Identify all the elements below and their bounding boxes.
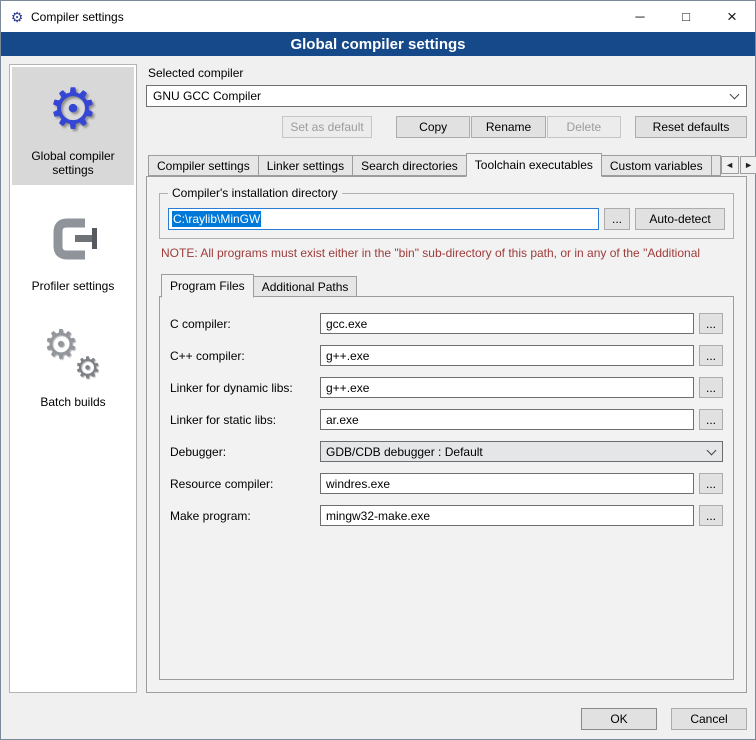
cancel-button[interactable]: Cancel [671, 708, 747, 730]
selected-compiler-combobox[interactable]: GNU GCC Compiler [146, 85, 747, 107]
field-label: Resource compiler: [170, 477, 320, 491]
tab-compiler-settings[interactable]: Compiler settings [148, 155, 259, 176]
field-label: Make program: [170, 509, 320, 523]
sidebar-item-batch-builds[interactable]: ⚙ ⚙ Batch builds [12, 313, 134, 417]
browse-make-program-button[interactable]: ... [699, 505, 723, 526]
selected-compiler-value: GNU GCC Compiler [153, 89, 725, 103]
set-as-default-button[interactable]: Set as default [282, 116, 372, 138]
input-value: windres.exe [326, 477, 390, 491]
page-title: Global compiler settings [290, 36, 465, 53]
field-row-static-linker: Linker for static libs: ar.exe ... [170, 409, 723, 430]
select-value: GDB/CDB debugger : Default [326, 445, 702, 459]
window-title: Compiler settings [31, 10, 124, 24]
toolchain-executables-panel: Compiler's installation directory C:\ray… [146, 176, 747, 693]
resource-compiler-input[interactable]: windres.exe [320, 473, 694, 494]
program-files-tabstrip: Program Files Additional Paths [159, 274, 734, 297]
field-label: C++ compiler: [170, 349, 320, 363]
dynamic-libs-linker-input[interactable]: g++.exe [320, 377, 694, 398]
subtab-program-files[interactable]: Program Files [161, 274, 254, 298]
field-row-dynamic-linker: Linker for dynamic libs: g++.exe ... [170, 377, 723, 398]
bin-subdirectory-note: NOTE: All programs must exist either in … [161, 246, 734, 260]
browse-cpp-compiler-button[interactable]: ... [699, 345, 723, 366]
field-label: Debugger: [170, 445, 320, 459]
field-label: C compiler: [170, 317, 320, 331]
settings-tabstrip: Compiler settings Linker settings Search… [146, 153, 747, 176]
browse-resource-compiler-button[interactable]: ... [699, 473, 723, 494]
field-row-resource-compiler: Resource compiler: windres.exe ... [170, 473, 723, 494]
gray-gears-icon: ⚙ ⚙ [41, 323, 105, 387]
compiler-buttons-row: Set as default Copy Rename Delete Reset … [146, 116, 747, 138]
field-label: Linker for dynamic libs: [170, 381, 320, 395]
input-value: gcc.exe [326, 317, 367, 331]
sidebar-item-label: Batch builds [40, 395, 105, 409]
chevron-down-icon [730, 90, 740, 100]
sidebar-item-global-compiler-settings[interactable]: ⚙ Global compiler settings [12, 67, 134, 185]
field-row-cpp-compiler: C++ compiler: g++.exe ... [170, 345, 723, 366]
tab-scroll-right-button[interactable]: ► [740, 156, 756, 174]
sidebar-item-label: Profiler settings [32, 279, 115, 293]
page-title-banner: Global compiler settings [1, 32, 755, 56]
window-controls: ─ □ × [617, 1, 755, 32]
delete-button[interactable]: Delete [547, 116, 621, 138]
program-files-panel: C compiler: gcc.exe ... C++ compiler: g+… [159, 296, 734, 680]
cpp-compiler-input[interactable]: g++.exe [320, 345, 694, 366]
compiler-settings-dialog: ⚙ Compiler settings ─ □ × Global compile… [0, 0, 756, 740]
browse-directory-button[interactable]: ... [604, 208, 630, 230]
blue-gear-icon: ⚙ [41, 77, 105, 141]
close-button[interactable]: × [709, 1, 755, 32]
input-value: ar.exe [326, 413, 359, 427]
installation-directory-input[interactable]: C:\raylib\MinGW [168, 208, 599, 230]
tab-custom-variables[interactable]: Custom variables [601, 155, 712, 176]
dialog-footer: OK Cancel [1, 701, 755, 739]
tab-search-directories[interactable]: Search directories [352, 155, 467, 176]
field-row-c-compiler: C compiler: gcc.exe ... [170, 313, 723, 334]
tab-toolchain-executables[interactable]: Toolchain executables [466, 153, 602, 177]
input-value: g++.exe [326, 381, 369, 395]
tab-scroll-buttons: ◄ ► [720, 156, 756, 174]
ok-button[interactable]: OK [581, 708, 657, 730]
installation-directory-group-title: Compiler's installation directory [168, 186, 342, 200]
rename-button[interactable]: Rename [471, 116, 545, 138]
installation-directory-group: Compiler's installation directory C:\ray… [159, 193, 734, 239]
field-label: Linker for static libs: [170, 413, 320, 427]
input-value: g++.exe [326, 349, 369, 363]
app-icon: ⚙ [9, 9, 25, 25]
subtab-additional-paths[interactable]: Additional Paths [253, 276, 358, 297]
static-libs-linker-input[interactable]: ar.exe [320, 409, 694, 430]
main-panel: Selected compiler GNU GCC Compiler Set a… [146, 64, 747, 693]
c-compiler-input[interactable]: gcc.exe [320, 313, 694, 334]
settings-category-list: ⚙ Global compiler settings Profiler sett… [9, 64, 137, 693]
titlebar: ⚙ Compiler settings ─ □ × [1, 1, 755, 32]
sidebar-item-profiler-settings[interactable]: Profiler settings [12, 197, 134, 301]
clamp-icon [41, 207, 105, 271]
installation-directory-row: C:\raylib\MinGW ... Auto-detect [168, 208, 725, 230]
minimize-button[interactable]: ─ [617, 1, 663, 32]
input-value: mingw32-make.exe [326, 509, 430, 523]
tab-linker-settings[interactable]: Linker settings [258, 155, 353, 176]
tab-scroll-left-button[interactable]: ◄ [721, 156, 739, 174]
field-row-make-program: Make program: mingw32-make.exe ... [170, 505, 723, 526]
reset-defaults-button[interactable]: Reset defaults [635, 116, 747, 138]
browse-dynamic-linker-button[interactable]: ... [699, 377, 723, 398]
field-row-debugger: Debugger: GDB/CDB debugger : Default [170, 441, 723, 462]
selected-compiler-label: Selected compiler [148, 66, 747, 80]
maximize-button[interactable]: □ [663, 1, 709, 32]
make-program-input[interactable]: mingw32-make.exe [320, 505, 694, 526]
copy-button[interactable]: Copy [396, 116, 470, 138]
dialog-content: ⚙ Global compiler settings Profiler sett… [1, 56, 755, 701]
auto-detect-button[interactable]: Auto-detect [635, 208, 725, 230]
browse-static-linker-button[interactable]: ... [699, 409, 723, 430]
browse-c-compiler-button[interactable]: ... [699, 313, 723, 334]
sidebar-item-label: Global compiler settings [16, 149, 130, 177]
installation-directory-value: C:\raylib\MinGW [172, 211, 261, 227]
debugger-select[interactable]: GDB/CDB debugger : Default [320, 441, 723, 462]
chevron-down-icon [707, 445, 717, 455]
